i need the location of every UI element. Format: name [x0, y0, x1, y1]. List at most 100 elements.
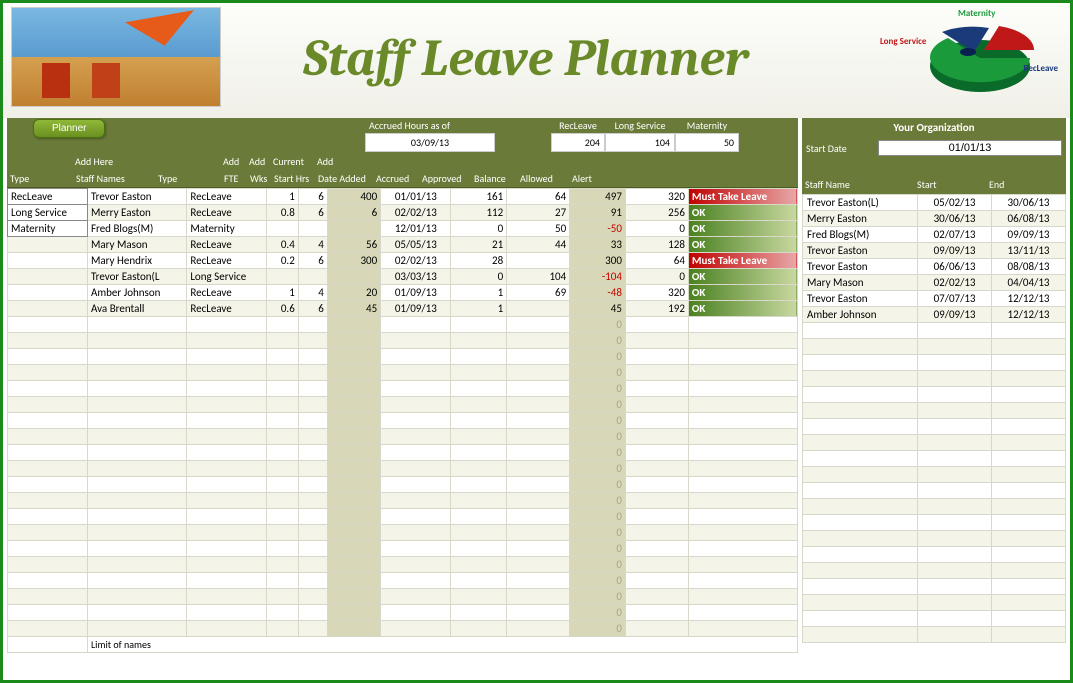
list-item[interactable] [803, 483, 1066, 499]
side-grid[interactable]: Trevor Easton(L)05/02/1330/06/13Merry Ea… [802, 194, 1066, 643]
side-end-cell[interactable]: 12/12/13 [992, 307, 1066, 323]
start-hrs-cell[interactable]: 300 [327, 253, 380, 269]
table-row[interactable]: 0 [8, 621, 798, 637]
list-item[interactable] [803, 371, 1066, 387]
side-name-cell[interactable]: Mary Mason [803, 275, 918, 291]
start-hrs-cell[interactable]: 20 [327, 285, 380, 301]
list-item[interactable] [803, 467, 1066, 483]
table-row[interactable]: Amber JohnsonRecLeave142001/09/13169-483… [8, 285, 798, 301]
table-row[interactable]: 0 [8, 429, 798, 445]
side-start-cell[interactable]: 09/09/13 [918, 307, 992, 323]
table-row[interactable]: 0 [8, 509, 798, 525]
side-end-cell[interactable]: 30/06/13 [992, 195, 1066, 211]
type-list-cell[interactable] [8, 301, 88, 317]
side-end-cell[interactable]: 08/08/13 [992, 259, 1066, 275]
table-row[interactable]: 0 [8, 589, 798, 605]
side-start-cell[interactable]: 05/02/13 [918, 195, 992, 211]
wks-cell[interactable]: 6 [298, 253, 327, 269]
table-row[interactable]: Trevor Easton(LLong Service03/03/130104-… [8, 269, 798, 285]
wks-cell[interactable] [298, 269, 327, 285]
list-item[interactable] [803, 323, 1066, 339]
start-hrs-cell[interactable] [327, 221, 380, 237]
staff-name-cell[interactable]: Mary Hendrix [87, 253, 186, 269]
side-start-cell[interactable]: 06/06/13 [918, 259, 992, 275]
staff-name-cell[interactable]: Trevor Easton(L [87, 269, 186, 285]
type-list-cell[interactable] [8, 269, 88, 285]
table-row[interactable]: Mary MasonRecLeave0.445605/05/1321443312… [8, 237, 798, 253]
fte-cell[interactable] [267, 221, 299, 237]
table-row[interactable]: 0 [8, 365, 798, 381]
table-row[interactable]: 0 [8, 333, 798, 349]
list-item[interactable]: Trevor Easton09/09/1313/11/13 [803, 243, 1066, 259]
side-start-cell[interactable]: 02/07/13 [918, 227, 992, 243]
type-list-cell[interactable]: Maternity [8, 221, 88, 237]
fte-cell[interactable]: 0.8 [267, 205, 299, 221]
type-cell[interactable]: Long Service [187, 269, 267, 285]
type-cell[interactable]: RecLeave [187, 253, 267, 269]
side-name-cell[interactable]: Trevor Easton [803, 243, 918, 259]
type-list-cell[interactable] [8, 285, 88, 301]
list-item[interactable] [803, 531, 1066, 547]
list-item[interactable] [803, 387, 1066, 403]
date-added-cell[interactable]: 01/09/13 [381, 285, 451, 301]
list-item[interactable]: Trevor Easton07/07/1312/12/13 [803, 291, 1066, 307]
list-item[interactable]: Amber Johnson09/09/1312/12/13 [803, 307, 1066, 323]
table-row[interactable]: 0 [8, 397, 798, 413]
list-item[interactable] [803, 579, 1066, 595]
table-row[interactable]: 0 [8, 461, 798, 477]
list-item[interactable] [803, 563, 1066, 579]
fte-cell[interactable]: 1 [267, 189, 299, 205]
list-item[interactable] [803, 403, 1066, 419]
table-row[interactable]: 0 [8, 445, 798, 461]
main-grid[interactable]: RecLeaveTrevor EastonRecLeave1640001/01/… [7, 188, 798, 653]
date-added-cell[interactable]: 01/09/13 [381, 301, 451, 317]
fte-cell[interactable]: 0.4 [267, 237, 299, 253]
table-row[interactable]: RecLeaveTrevor EastonRecLeave1640001/01/… [8, 189, 798, 205]
type-list-cell[interactable]: RecLeave [8, 189, 88, 205]
date-added-cell[interactable]: 03/03/13 [381, 269, 451, 285]
list-item[interactable] [803, 627, 1066, 643]
side-name-cell[interactable]: Trevor Easton(L) [803, 195, 918, 211]
type-cell[interactable]: RecLeave [187, 237, 267, 253]
type-cell[interactable]: RecLeave [187, 189, 267, 205]
staff-name-cell[interactable]: Amber Johnson [87, 285, 186, 301]
wks-cell[interactable]: 4 [298, 237, 327, 253]
side-start-cell[interactable]: 09/09/13 [918, 243, 992, 259]
start-hrs-cell[interactable]: 400 [327, 189, 380, 205]
wks-cell[interactable]: 6 [298, 189, 327, 205]
date-added-cell[interactable]: 12/01/13 [381, 221, 451, 237]
side-start-cell[interactable]: 30/06/13 [918, 211, 992, 227]
list-item[interactable]: Fred Blogs(M)02/07/1309/09/13 [803, 227, 1066, 243]
table-row[interactable]: 0 [8, 413, 798, 429]
list-item[interactable]: Trevor Easton06/06/1308/08/13 [803, 259, 1066, 275]
table-row[interactable]: Ava BrentallRecLeave0.664501/09/13145192… [8, 301, 798, 317]
table-row[interactable]: Long ServiceMerry EastonRecLeave0.86602/… [8, 205, 798, 221]
side-end-cell[interactable]: 12/12/13 [992, 291, 1066, 307]
table-row[interactable]: 0 [8, 493, 798, 509]
type-list-cell[interactable] [8, 237, 88, 253]
fte-cell[interactable] [267, 269, 299, 285]
side-name-cell[interactable]: Merry Easton [803, 211, 918, 227]
fte-cell[interactable]: 0.6 [267, 301, 299, 317]
wks-cell[interactable] [298, 221, 327, 237]
table-row[interactable]: 0 [8, 573, 798, 589]
accrued-date[interactable]: 03/09/13 [365, 133, 495, 152]
start-hrs-cell[interactable]: 6 [327, 205, 380, 221]
wks-cell[interactable]: 6 [298, 301, 327, 317]
type-cell[interactable]: Maternity [187, 221, 267, 237]
table-row[interactable]: Mary HendrixRecLeave0.2630002/02/1328300… [8, 253, 798, 269]
side-end-cell[interactable]: 06/08/13 [992, 211, 1066, 227]
date-added-cell[interactable]: 01/01/13 [381, 189, 451, 205]
list-item[interactable] [803, 339, 1066, 355]
wks-cell[interactable]: 4 [298, 285, 327, 301]
side-start-cell[interactable]: 02/02/13 [918, 275, 992, 291]
list-item[interactable] [803, 515, 1066, 531]
staff-name-cell[interactable]: Merry Easton [87, 205, 186, 221]
table-row[interactable]: MaternityFred Blogs(M)Maternity12/01/130… [8, 221, 798, 237]
list-item[interactable]: Merry Easton30/06/1306/08/13 [803, 211, 1066, 227]
staff-name-cell[interactable]: Ava Brentall [87, 301, 186, 317]
table-row[interactable]: 0 [8, 317, 798, 333]
type-list-cell[interactable]: Long Service [8, 205, 88, 221]
planner-button[interactable]: Planner [33, 119, 105, 138]
side-name-cell[interactable]: Amber Johnson [803, 307, 918, 323]
